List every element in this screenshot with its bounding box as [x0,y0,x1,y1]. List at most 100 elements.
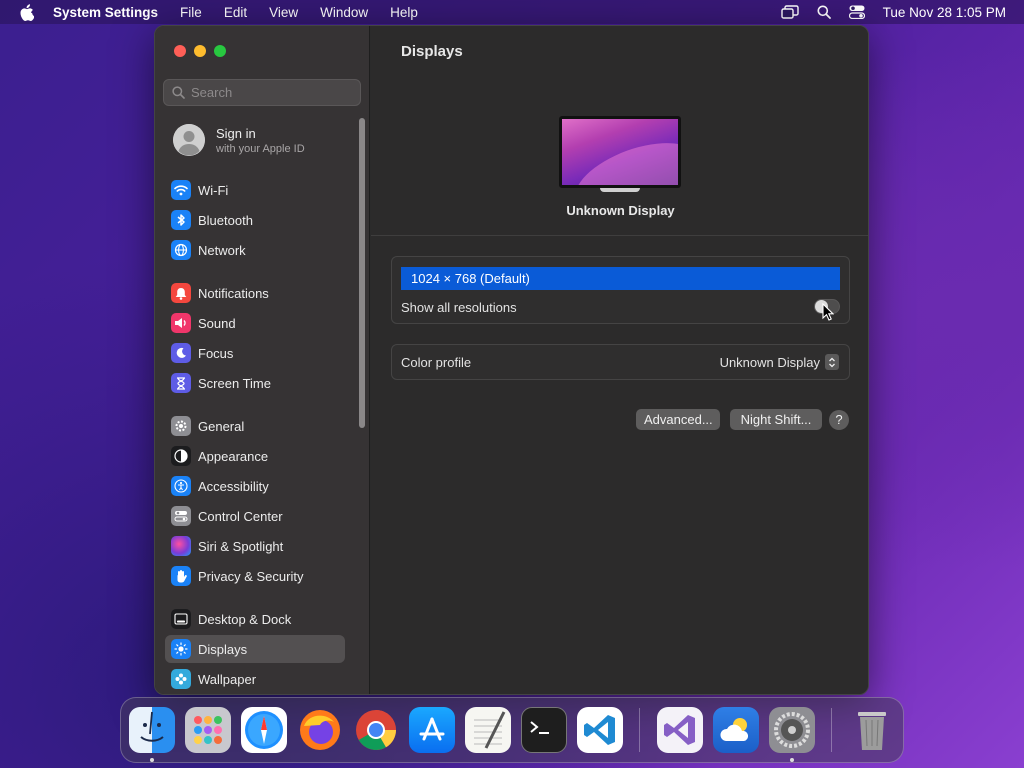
menubar-clock[interactable]: Tue Nov 28 1:05 PM [883,5,1006,20]
search-input[interactable] [191,85,351,100]
control-center-icon[interactable] [848,5,865,19]
system-settings-icon[interactable] [769,707,815,753]
sidebar-item-label: Focus [198,345,234,361]
display-name: Unknown Display [566,203,675,218]
sidebar-item-screen-time[interactable]: Screen Time [165,369,345,397]
running-indicator [150,758,154,762]
spotlight-search-icon[interactable] [817,5,831,19]
launchpad-icon[interactable] [185,707,231,753]
resolution-card: 1024 × 768 (Default) Show all resolution… [391,256,850,324]
menu-help[interactable]: Help [390,5,418,20]
advanced-button[interactable]: Advanced... [636,409,720,430]
textedit-icon[interactable] [465,707,511,753]
sidebar-item-label: Screen Time [198,375,271,391]
visual-studio-icon[interactable] [657,707,703,753]
apple-id-signin[interactable]: Sign in with your Apple ID [173,124,305,156]
night-shift-button[interactable]: Night Shift... [730,409,822,430]
accessibility-icon [171,476,191,496]
color-profile-popup[interactable]: Unknown Display [720,354,839,370]
color-profile-label: Color profile [401,355,472,370]
weather-icon[interactable] [713,707,759,753]
menu-edit[interactable]: Edit [224,5,247,20]
sun-icon [171,639,191,659]
hand-icon [171,566,191,586]
chevron-updown-icon [825,354,839,370]
menu-bar: System Settings File Edit View Window He… [0,0,1024,24]
window-controls [174,45,234,57]
sidebar-item-label: Notifications [198,285,269,301]
sidebar-item-network[interactable]: Network [165,236,345,264]
finder-icon[interactable] [129,707,175,753]
sidebar-item-desktop-dock[interactable]: Desktop & Dock [165,605,345,633]
sidebar-scrollbar[interactable] [359,118,365,428]
sidebar-item-general[interactable]: General [165,412,345,440]
sidebar-item-label: Accessibility [198,478,269,494]
vscode-icon[interactable] [577,707,623,753]
menu-window[interactable]: Window [320,5,368,20]
zoom-button[interactable] [214,45,226,57]
terminal-icon[interactable] [521,707,567,753]
sidebar-item-focus[interactable]: Focus [165,339,345,367]
app-store-icon[interactable] [409,707,455,753]
dock-separator [639,708,640,752]
globe-icon [171,240,191,260]
wifi-icon [171,180,191,200]
sidebar-item-wifi[interactable]: Wi-Fi [165,176,345,204]
screen-mirroring-icon[interactable] [780,5,799,19]
sidebar-item-label: Displays [198,641,248,657]
appearance-icon [171,446,191,466]
sidebar-item-privacy-security[interactable]: Privacy & Security [165,562,345,590]
control-center-icon [171,506,191,526]
display-preview[interactable] [559,116,681,192]
sidebar-item-bluetooth[interactable]: Bluetooth [165,206,345,234]
search-field[interactable] [163,79,361,106]
menu-file[interactable]: File [180,5,202,20]
sidebar-item-label: Network [198,242,246,258]
sidebar-item-label: Sound [198,315,236,331]
sidebar-item-label: Wi-Fi [198,182,229,198]
close-button[interactable] [174,45,186,57]
sidebar-item-accessibility[interactable]: Accessibility [165,472,345,500]
dock-icon [171,609,191,629]
sidebar-item-label: Control Center [198,508,283,524]
hourglass-icon [171,373,191,393]
sidebar-item-label: Wallpaper [198,671,257,687]
menu-view[interactable]: View [269,5,298,20]
firefox-icon[interactable] [297,707,343,753]
sidebar-item-label: Bluetooth [198,212,253,228]
trash-icon[interactable] [849,707,895,753]
display-stand [600,188,640,192]
sidebar-item-siri-spotlight[interactable]: Siri & Spotlight [165,532,345,560]
moon-icon [171,343,191,363]
sidebar-item-appearance[interactable]: Appearance [165,442,345,470]
sidebar-item-wallpaper[interactable]: Wallpaper [165,665,345,693]
show-all-resolutions-label: Show all resolutions [401,300,517,315]
sidebar-item-notifications[interactable]: Notifications [165,279,345,307]
dock-separator [831,708,832,752]
menu-app-name[interactable]: System Settings [53,5,158,20]
speaker-icon [171,313,191,333]
sidebar-item-sound[interactable]: Sound [165,309,345,337]
color-profile-value: Unknown Display [719,354,820,370]
minimize-button[interactable] [194,45,206,57]
avatar [173,124,205,156]
sidebar-item-displays[interactable]: Displays [165,635,345,663]
apple-menu-icon[interactable] [19,3,35,21]
sidebar-item-control-center[interactable]: Control Center [165,502,345,530]
running-indicator [790,758,794,762]
signin-subtitle: with your Apple ID [216,142,305,155]
wallpaper-icon [171,669,191,689]
main-pane: Displays Unknown Display 1024 × 768 (Def… [371,26,868,694]
safari-icon[interactable] [241,707,287,753]
chrome-icon[interactable] [353,707,399,753]
divider [371,235,868,236]
sidebar-item-label: Privacy & Security [198,568,304,584]
page-title: Displays [401,43,463,60]
signin-title: Sign in [216,125,256,141]
bell-icon [171,283,191,303]
sidebar-item-label: General [198,418,245,434]
dock [120,697,904,763]
search-icon [172,86,185,99]
help-button[interactable]: ? [829,410,849,430]
resolution-option-selected[interactable]: 1024 × 768 (Default) [401,267,840,290]
